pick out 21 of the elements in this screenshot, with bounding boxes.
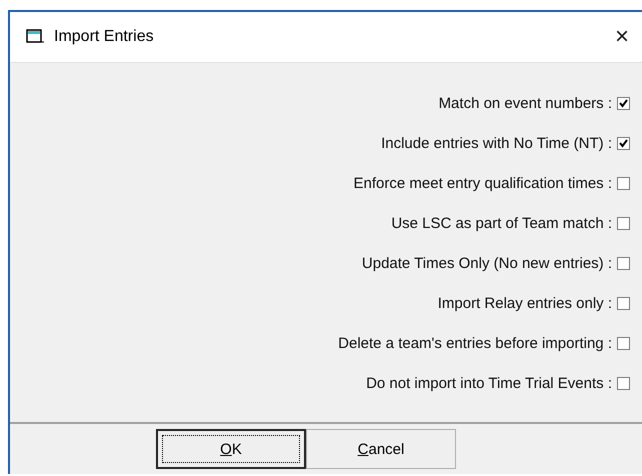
checkbox[interactable] <box>617 96 630 110</box>
option-label: Import Relay entries only : <box>438 294 612 312</box>
option-label: Include entries with No Time (NT) : <box>381 134 612 152</box>
checkbox[interactable] <box>617 336 630 350</box>
checkbox[interactable] <box>617 296 630 310</box>
option-label: Match on event numbers : <box>438 94 612 112</box>
window-title: Import Entries <box>54 28 155 46</box>
checkbox[interactable] <box>617 176 630 190</box>
option-label: Use LSC as part of Team match : <box>391 214 612 232</box>
option-label: Update Times Only (No new entries) : <box>362 254 612 272</box>
close-button[interactable]: × <box>602 23 642 51</box>
cancel-button[interactable]: Cancel <box>306 429 456 469</box>
ok-button[interactable]: OK <box>156 429 306 469</box>
checkbox[interactable] <box>617 216 630 230</box>
checkbox[interactable] <box>617 136 630 150</box>
checkbox[interactable] <box>617 256 630 270</box>
checkbox[interactable] <box>617 376 630 390</box>
option-label: Do not import into Time Trial Events : <box>366 374 612 392</box>
option-label: Enforce meet entry qualification times : <box>354 174 612 192</box>
option-label: Delete a team's entries before importing : <box>338 334 612 352</box>
window-icon <box>26 29 46 45</box>
